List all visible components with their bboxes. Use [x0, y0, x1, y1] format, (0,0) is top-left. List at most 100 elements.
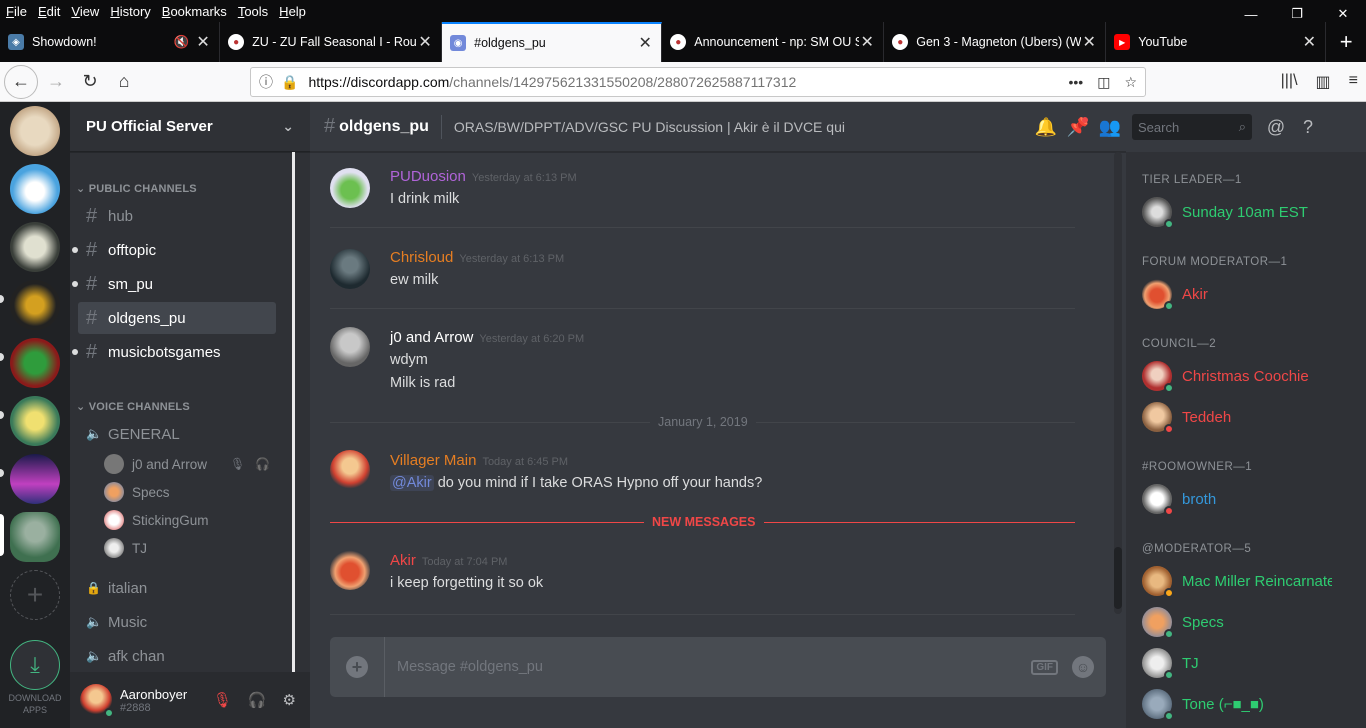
close-tab-icon[interactable]: ✕: [417, 32, 433, 52]
menu-file[interactable]: File: [0, 4, 32, 19]
help-icon[interactable]: ?: [1292, 111, 1324, 143]
voice-channel-music[interactable]: 🔈 Music: [78, 606, 276, 638]
back-button[interactable]: ←: [4, 64, 38, 99]
server-icon[interactable]: [10, 338, 60, 388]
close-tab-icon[interactable]: ✕: [1081, 32, 1097, 52]
server-icon[interactable]: [10, 164, 60, 214]
close-tab-icon[interactable]: ✕: [859, 32, 875, 52]
reload-button[interactable]: ↻: [74, 66, 106, 98]
member-item[interactable]: Tone (⌐■_■): [1142, 686, 1342, 722]
server-icon[interactable]: [10, 454, 60, 504]
channel-hub[interactable]: # hub: [78, 200, 276, 232]
member-item[interactable]: Sunday 10am EST: [1142, 194, 1342, 230]
message-author[interactable]: Villager Main Today at 6:45 PM: [390, 452, 568, 469]
member-item[interactable]: Christmas Coochie: [1142, 358, 1342, 394]
member-list-icon[interactable]: 👥: [1094, 111, 1126, 143]
server-header[interactable]: PU Official Server ⌄: [70, 102, 310, 152]
menu-history[interactable]: History: [104, 4, 155, 19]
pocket-icon[interactable]: ◫: [1097, 74, 1110, 91]
bookmark-star-icon[interactable]: ☆: [1124, 74, 1137, 91]
server-icon-pu-official[interactable]: [10, 512, 60, 562]
url-bar[interactable]: ⓘ 🔒 https://discordapp.com/channels/1429…: [250, 67, 1146, 97]
voice-user-name: j0 and Arrow: [132, 456, 208, 472]
avatar[interactable]: [330, 450, 370, 490]
channel-oldgens-pu[interactable]: # oldgens_pu: [78, 302, 276, 334]
download-apps-button[interactable]: ⤓: [10, 640, 60, 690]
close-tab-icon[interactable]: ✕: [195, 32, 211, 52]
message-author[interactable]: j0 and Arrow Yesterday at 6:20 PM: [390, 329, 584, 346]
user-avatar[interactable]: [80, 684, 114, 718]
voice-user[interactable]: StickingGum: [104, 509, 209, 531]
channel-scrollbar[interactable]: [292, 152, 295, 672]
voice-channel-italian[interactable]: 🔒 italian: [78, 572, 276, 604]
server-name: PU Official Server: [86, 118, 213, 135]
category-voice-channels[interactable]: ⌄ VOICE CHANNELS: [76, 400, 190, 413]
scrollbar-thumb[interactable]: [1114, 547, 1122, 609]
menu-tools[interactable]: Tools: [232, 4, 273, 19]
channel-topic[interactable]: ORAS/BW/DPPT/ADV/GSC PU Discussion | Aki…: [454, 119, 845, 135]
channel-sm-pu[interactable]: # sm_pu: [72, 268, 276, 300]
tab-youtube[interactable]: ▶ YouTube ✕: [1106, 22, 1327, 62]
info-icon[interactable]: ⓘ: [259, 72, 273, 92]
tab-oldgens-pu[interactable]: ◉ #oldgens_pu ✕: [442, 22, 663, 62]
sidebar-icon[interactable]: ▥: [1316, 72, 1331, 92]
voice-user[interactable]: Specs: [104, 481, 170, 503]
voice-user[interactable]: TJ: [104, 537, 147, 559]
tab-showdown[interactable]: ◈ Showdown! 🔇 ✕: [0, 22, 221, 62]
emoji-picker-icon[interactable]: ☺: [1072, 656, 1094, 678]
message-input[interactable]: [385, 637, 1032, 697]
user-mention[interactable]: @Akir: [390, 475, 434, 491]
hamburger-menu-icon[interactable]: ≡: [1349, 72, 1358, 92]
tab-gen3-magneton[interactable]: ● Gen 3 - Magneton (Ubers) (WIP ✕: [884, 22, 1107, 62]
message-author[interactable]: PUDuosion Yesterday at 6:13 PM: [390, 168, 577, 185]
notification-bell-icon[interactable]: 🔔: [1030, 111, 1062, 143]
tab-zu-seasonal[interactable]: ● ZU - ZU Fall Seasonal I - Round ✕: [220, 22, 443, 62]
mute-tab-icon[interactable]: 🔇: [174, 35, 190, 50]
server-icon[interactable]: [10, 396, 60, 446]
pinned-messages-icon[interactable]: 📌: [1062, 111, 1094, 143]
avatar[interactable]: [330, 550, 370, 590]
library-icon[interactable]: |||\: [1281, 72, 1298, 92]
home-button[interactable]: ⌂: [108, 66, 140, 98]
chat-scrollbar[interactable]: [1114, 152, 1122, 614]
forward-button[interactable]: →: [40, 66, 72, 98]
close-tab-icon[interactable]: ✕: [637, 33, 653, 53]
upload-button[interactable]: +: [330, 637, 385, 697]
avatar[interactable]: [330, 327, 370, 367]
gif-button[interactable]: GIF: [1031, 659, 1058, 675]
menu-help[interactable]: Help: [273, 4, 311, 19]
message-author[interactable]: Akir Today at 7:04 PM: [390, 552, 507, 569]
avatar[interactable]: [330, 249, 370, 289]
channel-musicbotsgames[interactable]: # musicbotsgames: [72, 336, 276, 368]
headphones-icon[interactable]: 🎧: [248, 691, 267, 709]
avatar[interactable]: [330, 168, 370, 208]
search-input[interactable]: [1138, 119, 1228, 135]
mentions-icon[interactable]: @: [1260, 111, 1292, 143]
member-item[interactable]: Akir: [1142, 276, 1342, 312]
server-icon[interactable]: [10, 222, 60, 272]
menu-edit[interactable]: Edit: [32, 4, 65, 19]
microphone-muted-icon[interactable]: 🎙: [213, 691, 232, 709]
member-item[interactable]: Mac Miller Reincarnated: [1142, 563, 1342, 599]
member-item[interactable]: Teddeh: [1142, 399, 1342, 435]
server-icon[interactable]: [10, 106, 60, 156]
menu-bookmarks[interactable]: Bookmarks: [156, 4, 232, 19]
category-public-channels[interactable]: ⌄ PUBLIC CHANNELS: [76, 182, 197, 195]
server-icon[interactable]: [10, 280, 60, 330]
message-author[interactable]: Chrisloud Yesterday at 6:13 PM: [390, 249, 564, 266]
menu-view[interactable]: View: [65, 4, 104, 19]
close-tab-icon[interactable]: ✕: [1301, 32, 1317, 52]
add-server-button[interactable]: +: [10, 570, 60, 620]
tab-announcement[interactable]: ● Announcement - np: SM OU S ✕: [662, 22, 885, 62]
voice-channel-general[interactable]: 🔈 GENERAL: [78, 418, 276, 450]
settings-gear-icon[interactable]: ⚙: [283, 691, 296, 709]
new-tab-button[interactable]: +: [1326, 22, 1366, 62]
page-actions-icon[interactable]: •••: [1068, 74, 1083, 91]
member-item[interactable]: Specs: [1142, 604, 1342, 640]
voice-user[interactable]: j0 and Arrow: [104, 453, 207, 475]
member-item[interactable]: broth: [1142, 481, 1342, 517]
search-box[interactable]: ⌕: [1132, 114, 1252, 140]
voice-channel-afk[interactable]: 🔈 afk chan: [78, 640, 276, 672]
channel-offtopic[interactable]: # offtopic: [72, 234, 276, 266]
member-item[interactable]: TJ: [1142, 645, 1342, 681]
